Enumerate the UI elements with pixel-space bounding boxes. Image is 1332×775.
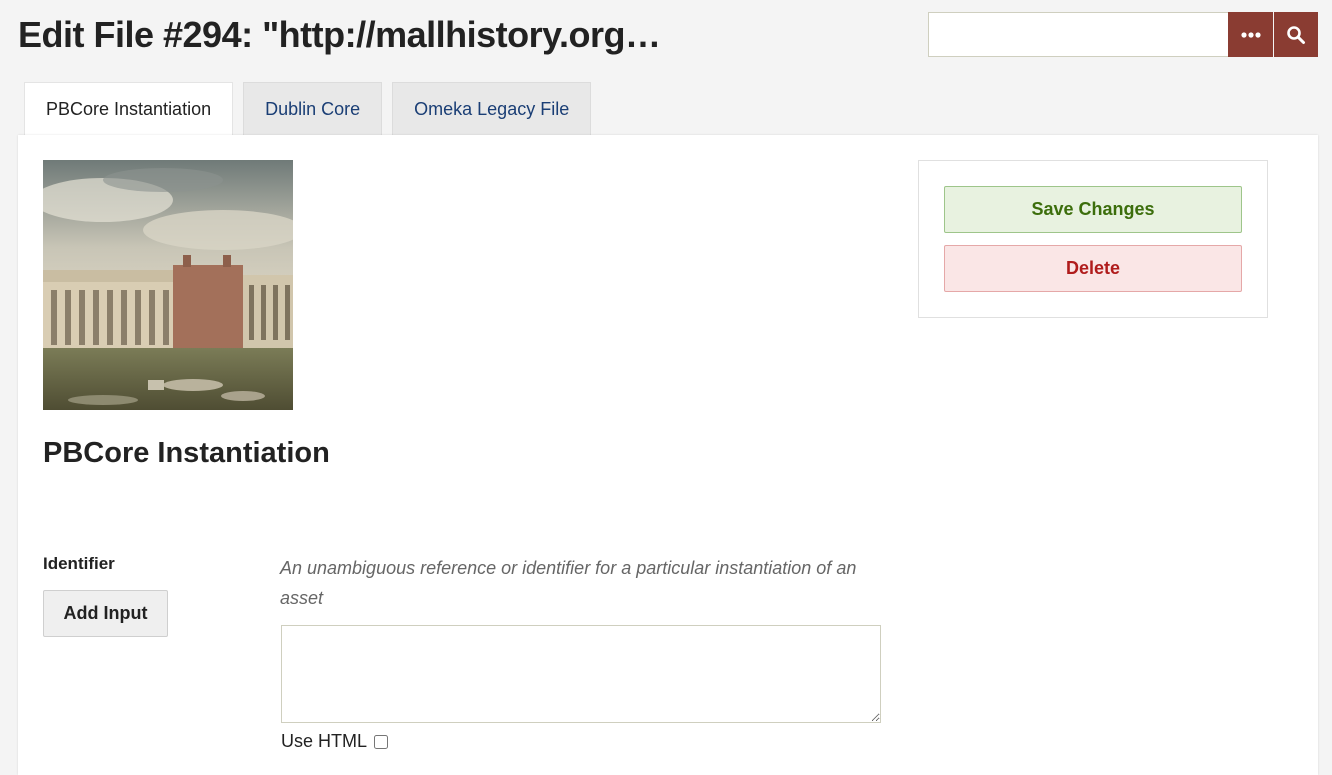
section-title: PBCore Instantiation [43, 437, 330, 469]
delete-button[interactable]: Delete [944, 245, 1242, 292]
search-submit-button[interactable] [1273, 12, 1318, 57]
add-input-button[interactable]: Add Input [43, 590, 168, 637]
use-html-toggle[interactable]: Use HTML [281, 731, 389, 752]
save-changes-button[interactable]: Save Changes [944, 186, 1242, 233]
search-icon [1287, 25, 1305, 44]
field-description: An unambiguous reference or identifier f… [280, 558, 857, 608]
tab-dublin-core[interactable]: Dublin Core [243, 82, 383, 135]
tab-omeka-legacy-file[interactable]: Omeka Legacy File [392, 82, 592, 135]
search-input[interactable] [928, 12, 1228, 57]
search-bar [928, 12, 1318, 57]
ellipsis-icon [1240, 31, 1261, 38]
use-html-checkbox[interactable] [374, 734, 389, 749]
tab-bar: PBCore Instantiation Dublin Core Omeka L… [24, 82, 592, 135]
file-thumbnail[interactable] [43, 160, 293, 410]
edit-panel: PBCore Instantiation Identifier Add Inpu… [18, 135, 1318, 775]
tab-pbcore-instantiation[interactable]: PBCore Instantiation [24, 82, 234, 135]
use-html-label: Use HTML [281, 731, 368, 751]
identifier-textarea[interactable] [281, 625, 881, 723]
advanced-search-button[interactable] [1228, 12, 1273, 57]
save-panel: Save Changes Delete [918, 160, 1268, 318]
field-label-identifier: Identifier [43, 554, 115, 573]
page-title: Edit File #294: "http://mallhistory.org… [18, 14, 661, 55]
thumbnail-image [43, 160, 293, 410]
